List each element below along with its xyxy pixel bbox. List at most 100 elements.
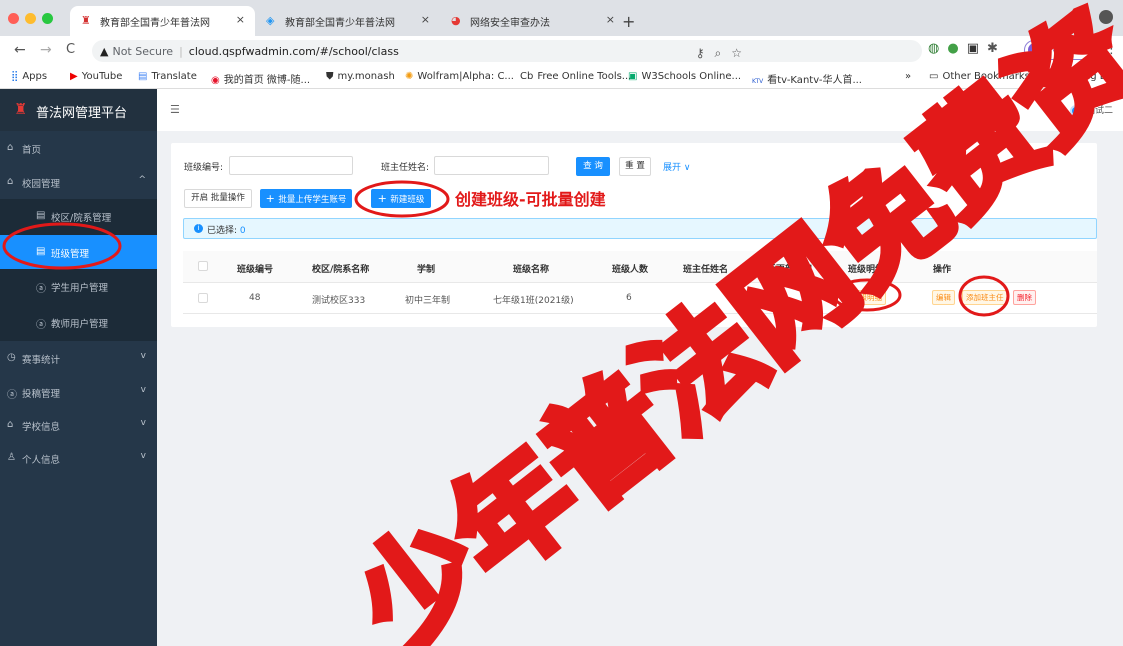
bookmarks-bar: ⣿ Apps ▶ YouTube ▤ Translate ◉ 我的首页 微博-随... … bbox=[0, 66, 1123, 89]
batch-upload-students-button[interactable]: + 批量上传学生账号 bbox=[260, 189, 352, 208]
profile-button[interactable]: S Paused bbox=[1024, 40, 1092, 60]
main-content: ☰ 测试二 班级编号: 班主任姓名: 查 询 重 置 展开 ∨ 开启 批量操作 … bbox=[157, 89, 1123, 646]
select-all-checkbox[interactable] bbox=[198, 261, 208, 271]
brand: ♜ 普法网管理平台 bbox=[0, 89, 157, 131]
bookmark-w3schools[interactable]: ▣ W3Schools Online... bbox=[628, 71, 741, 82]
teacher-name-input[interactable] bbox=[434, 156, 549, 175]
class-detail-button[interactable]: 班级明细 bbox=[848, 290, 886, 305]
sidebar-item-profile[interactable]: ♙ 个人信息 v bbox=[0, 441, 157, 475]
close-icon[interactable]: × bbox=[606, 13, 615, 26]
teacher-name-label: 班主任姓名: bbox=[381, 163, 430, 173]
sidebar-item-stats[interactable]: ◷ 赛事统计 v bbox=[0, 341, 157, 375]
bookmark-weibo[interactable]: ◉ 我的首页 微博-随... bbox=[211, 71, 310, 86]
close-icon[interactable]: × bbox=[421, 13, 430, 26]
logo-icon: ♜ bbox=[14, 100, 28, 118]
sidebar-item-teachers[interactable]: ⓐ 教师用户管理 bbox=[0, 305, 157, 341]
new-tab-button[interactable]: + bbox=[622, 12, 635, 31]
home-icon: ⌂ bbox=[7, 176, 14, 187]
minimize-window-button[interactable] bbox=[25, 13, 36, 24]
bookmarks-overflow[interactable]: » bbox=[905, 71, 911, 82]
bookmark-kantv[interactable]: KTV 看tv-Kantv-华人首... bbox=[752, 71, 862, 86]
top-bar: ☰ 测试二 bbox=[157, 89, 1123, 131]
selection-label: 已选择: bbox=[207, 226, 238, 236]
maximize-window-button[interactable] bbox=[42, 13, 53, 24]
address-bar[interactable]: ▲ Not Secure | cloud.qspfwadmin.com/#/schoo… bbox=[92, 40, 922, 62]
extension-icon[interactable]: ▣ bbox=[967, 41, 987, 56]
bookmark-youtube[interactable]: ▶ YouTube bbox=[70, 71, 122, 82]
kantv-icon: KTV bbox=[752, 78, 764, 85]
menu-toggle-icon[interactable]: ☰ bbox=[170, 103, 180, 116]
avatar bbox=[1069, 104, 1082, 117]
sidebar-item-department[interactable]: ▤ 校区/院系管理 bbox=[0, 199, 157, 235]
tab-search-icon[interactable] bbox=[1099, 10, 1113, 24]
window-controls bbox=[8, 13, 59, 27]
reset-button[interactable]: 重 置 bbox=[619, 157, 651, 176]
column-header: 学制 bbox=[417, 265, 436, 275]
close-icon[interactable]: × bbox=[236, 13, 245, 26]
edit-button[interactable]: 编辑 bbox=[932, 290, 955, 305]
menu-icon[interactable]: ⋮ bbox=[1105, 42, 1118, 57]
class-no-label: 班级编号: bbox=[184, 163, 224, 173]
tab-1[interactable]: ♜ 教育部全国青少年普法网 × bbox=[70, 6, 255, 36]
bookmark-reading-list[interactable]: ☰ Reading List bbox=[1043, 71, 1117, 82]
search-button[interactable]: 查 询 bbox=[576, 157, 610, 176]
grid-icon: ⣿ bbox=[11, 71, 19, 82]
back-icon[interactable]: ← bbox=[14, 42, 26, 58]
row-checkbox[interactable] bbox=[198, 293, 208, 303]
folder-icon: ▭ bbox=[929, 71, 939, 82]
bookmark-free-online-tools[interactable]: Cb Free Online Tools... bbox=[520, 71, 631, 82]
bookmark-other[interactable]: ▭ Other Bookmarks bbox=[929, 71, 1030, 82]
tab-3[interactable]: ◕ 网络安全审查办法 × bbox=[440, 6, 625, 36]
puzzle-icon[interactable]: ✱ bbox=[987, 41, 1006, 56]
student-count: 6 bbox=[626, 293, 632, 303]
extension-icon[interactable]: ◍ bbox=[928, 41, 947, 56]
info-icon: i bbox=[194, 224, 203, 233]
cb-icon: Cb bbox=[520, 71, 534, 82]
selection-alert: i 已选择: 0 bbox=[183, 218, 1097, 239]
extension-icon[interactable]: ● bbox=[947, 41, 966, 56]
user-icon: ⓐ bbox=[36, 284, 46, 295]
zoom-icon[interactable]: ⌕ bbox=[715, 46, 732, 60]
campus-name: 测试校区333 bbox=[312, 296, 366, 306]
class-no-input[interactable] bbox=[229, 156, 353, 175]
column-header: 班级人数 bbox=[612, 265, 649, 275]
close-window-button[interactable] bbox=[8, 13, 19, 24]
key-icon[interactable]: ⚷ bbox=[696, 46, 715, 60]
plus-icon: + bbox=[265, 192, 279, 205]
user-menu[interactable]: 测试二 bbox=[1069, 103, 1113, 117]
bookmark-monash[interactable]: ⛊ my.monash bbox=[326, 71, 395, 82]
sidebar-item-school-info[interactable]: ⌂ 学校信息 v bbox=[0, 408, 157, 442]
chevron-down-icon: ∨ bbox=[683, 163, 691, 173]
document-icon: ▤ bbox=[36, 246, 46, 257]
batch-operation-button[interactable]: 开启 批量操作 bbox=[184, 189, 252, 208]
bookmark-wolfram[interactable]: ✺ Wolfram|Alpha: C... bbox=[405, 71, 514, 82]
bookmark-apps[interactable]: ⣿ Apps bbox=[11, 71, 47, 82]
column-header: 班级名称 bbox=[513, 265, 550, 275]
sidebar-item-class[interactable]: ▤ 班级管理 bbox=[0, 235, 157, 269]
add-teacher-button[interactable]: 添加班主任 bbox=[962, 290, 1008, 305]
star-icon[interactable]: ☆ bbox=[731, 46, 752, 60]
sidebar-item-home[interactable]: ⌂ 首页 bbox=[0, 131, 157, 165]
chrome-icon: ◕ bbox=[451, 14, 461, 27]
forward-icon[interactable]: → bbox=[40, 42, 52, 58]
red-figure-icon: ♜ bbox=[81, 14, 91, 27]
bookmark-translate[interactable]: ▤ Translate bbox=[138, 71, 197, 82]
app-title: 普法网管理平台 bbox=[36, 106, 128, 121]
expand-link[interactable]: 展开 ∨ bbox=[663, 160, 690, 173]
expand-label: 展开 bbox=[663, 163, 682, 173]
new-class-button[interactable]: + 新建班级 bbox=[371, 189, 431, 208]
table-header: 班级编号 校区/院系名称 学制 班级名称 班级人数 班主任姓名 最后更新时间 班… bbox=[183, 251, 1097, 283]
youtube-icon: ▶ bbox=[70, 71, 78, 82]
reload-icon[interactable]: C bbox=[66, 42, 75, 57]
delete-button[interactable]: 删除 bbox=[1013, 290, 1036, 305]
tab-title: 教育部全国青少年普法网 bbox=[285, 18, 395, 29]
sidebar-item-campus[interactable]: ⌂ 校园管理 ^ bbox=[0, 165, 157, 199]
annotation-text: 创建班级-可批量创建 bbox=[455, 190, 606, 209]
sidebar-item-submissions[interactable]: ⓐ 投稿管理 v bbox=[0, 375, 157, 409]
table-row: 48 测试校区333 初中三年制 七年级1班(2021级) 6 班级明细 编辑 … bbox=[183, 283, 1097, 314]
tab-2[interactable]: ◈ 教育部全国青少年普法网 × bbox=[255, 6, 440, 36]
column-header: 班主任姓名 bbox=[683, 265, 729, 275]
sidebar-item-students[interactable]: ⓐ 学生用户管理 bbox=[0, 269, 157, 305]
browser-chrome: ♜ 教育部全国青少年普法网 × ◈ 教育部全国青少年普法网 × ◕ 网络安全审查… bbox=[0, 0, 1123, 89]
user-icon: ⓐ bbox=[36, 320, 46, 331]
